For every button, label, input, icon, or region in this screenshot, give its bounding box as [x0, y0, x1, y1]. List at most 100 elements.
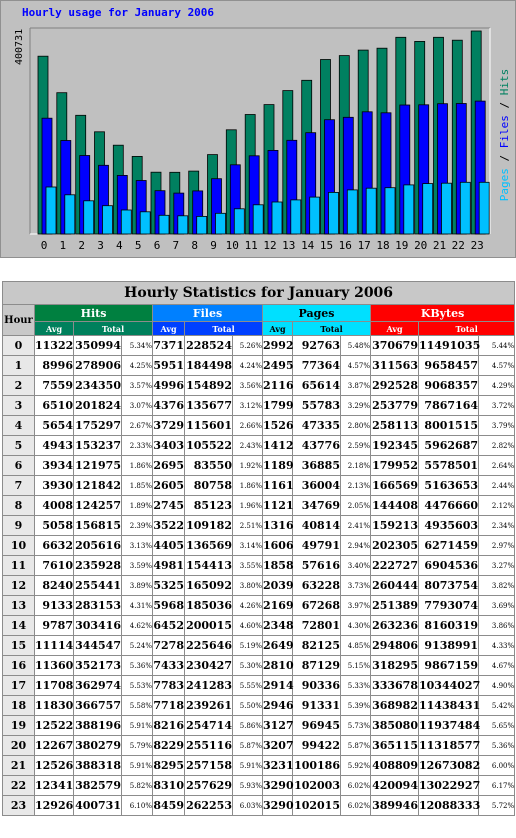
cell-hits-pct: 3.89% [121, 575, 153, 596]
cell-files-pct: 1.96% [232, 495, 263, 516]
cell-kb-total: 13022927 [418, 775, 480, 796]
table-row: 21 12526 388318 5.91% 8295 257158 5.91% 3231 100… [2, 755, 516, 776]
cell-kb-avg: 260444 [370, 575, 419, 596]
cell-pages-avg: 3207 [262, 735, 294, 756]
cell-kb-pct: 2.12% [477, 495, 516, 516]
cell-kb-pct: 2.97% [477, 535, 516, 556]
cell-hour: 21 [2, 755, 35, 776]
cell-kb-total: 8160319 [418, 615, 479, 636]
cell-kb-pct: 5.65% [477, 715, 516, 736]
cell-kb-pct: 3.72% [477, 395, 516, 416]
cell-hits-pct: 3.07% [121, 395, 153, 416]
cell-kb-total: 5578501 [418, 455, 479, 476]
cell-kb-pct: 5.44% [477, 335, 516, 356]
cell-kb-total: 9867159 [418, 655, 479, 676]
x-tick-label: 20 [414, 239, 427, 252]
cell-files-pct: 1.92% [232, 455, 263, 476]
hits-total-header: Total [73, 321, 153, 336]
cell-files-pct: 3.12% [232, 395, 263, 416]
x-tick-label: 13 [282, 239, 295, 252]
x-tick-label: 22 [452, 239, 465, 252]
pages-header: Pages [262, 304, 371, 322]
cell-files-pct: 3.80% [232, 575, 263, 596]
cell-hour: 19 [2, 715, 35, 736]
cell-files-total: 254714 [184, 715, 233, 736]
cell-files-total: 241283 [184, 675, 233, 696]
cell-files-total: 154892 [184, 375, 233, 396]
cell-hour: 14 [2, 615, 35, 636]
cell-files-avg: 7718 [152, 695, 185, 716]
cell-pages-pct: 3.40% [340, 555, 371, 576]
cell-hour: 11 [2, 555, 35, 576]
cell-hits-avg: 8996 [34, 355, 74, 376]
cell-hits-pct: 2.39% [121, 515, 153, 536]
cell-hits-pct: 2.67% [121, 415, 153, 436]
cell-files-total: 136569 [184, 535, 233, 556]
cell-pages-total: 96945 [292, 715, 341, 736]
cell-hits-pct: 6.10% [121, 795, 153, 816]
table-row: 8 4008 124257 1.89% 2745 85123 1.96% 1121 34769 2… [2, 495, 516, 516]
pages-bar [139, 211, 151, 235]
cell-kb-pct: 6.17% [477, 775, 516, 796]
cell-pages-pct: 3.87% [340, 375, 371, 396]
table-title: Hourly Statistics for January 2006 [1, 281, 516, 305]
pages-bar [120, 209, 132, 235]
kbytes-total-header: Total [417, 321, 516, 336]
cell-hits-pct: 3.59% [121, 555, 153, 576]
cell-hits-pct: 5.53% [121, 675, 153, 696]
cell-hour: 16 [2, 655, 35, 676]
cell-hits-total: 366757 [73, 695, 122, 716]
cell-hits-pct: 1.85% [121, 475, 153, 496]
pages-bar [384, 187, 396, 235]
cell-files-pct: 3.56% [232, 375, 263, 396]
cell-pages-pct: 2.59% [340, 435, 371, 456]
cell-files-total: 184498 [184, 355, 233, 376]
cell-files-total: 230427 [184, 655, 233, 676]
cell-pages-pct: 5.39% [340, 695, 371, 716]
cell-pages-pct: 5.48% [340, 335, 371, 356]
cell-hits-pct: 2.33% [121, 435, 153, 456]
cell-kb-avg: 318295 [370, 655, 419, 676]
pages-bar [290, 199, 302, 235]
cell-hour: 6 [2, 455, 35, 476]
cell-hits-total: 278906 [73, 355, 122, 376]
cell-hits-avg: 11830 [34, 695, 74, 716]
cell-kb-total: 9068357 [418, 375, 479, 396]
cell-kb-pct: 3.27% [477, 555, 516, 576]
cell-files-total: 85123 [184, 495, 233, 516]
cell-hits-pct: 3.13% [121, 535, 153, 556]
cell-hits-pct: 4.62% [121, 615, 153, 636]
pages-bar [215, 212, 226, 235]
cell-files-avg: 8216 [152, 715, 185, 736]
files-total-header: Total [184, 321, 263, 336]
cell-files-pct: 5.19% [232, 635, 263, 656]
cell-pages-avg: 2116 [262, 375, 294, 396]
cell-files-pct: 5.30% [232, 655, 263, 676]
table-row: 12 8240 255441 3.89% 5325 165092 3.80% 2039 6322… [2, 575, 516, 596]
cell-pages-avg: 2348 [262, 615, 294, 636]
cell-hour: 2 [2, 375, 35, 396]
cell-files-total: 239261 [184, 695, 233, 716]
cell-files-avg: 3403 [152, 435, 185, 456]
cell-hits-total: 303416 [73, 615, 122, 636]
cell-pages-pct: 5.73% [340, 715, 371, 736]
cell-files-total: 83550 [184, 455, 233, 476]
cell-hits-avg: 11708 [34, 675, 74, 696]
cell-hits-total: 362974 [73, 675, 122, 696]
cell-files-pct: 4.26% [232, 595, 263, 616]
x-tick-label: 1 [59, 239, 66, 252]
cell-files-total: 105522 [184, 435, 233, 456]
kbytes-avg-header: Avg [370, 321, 419, 336]
cell-pages-avg: 2649 [262, 635, 294, 656]
cell-hits-total: 388318 [73, 755, 122, 776]
cell-files-avg: 4996 [152, 375, 185, 396]
x-tick-label: 18 [376, 239, 389, 252]
cell-hour: 12 [2, 575, 35, 596]
cell-hour: 1 [2, 355, 35, 376]
cell-files-pct: 2.51% [232, 515, 263, 536]
cell-pages-pct: 5.87% [340, 735, 371, 756]
cell-kb-avg: 263236 [370, 615, 419, 636]
x-tick-label: 6 [154, 239, 161, 252]
cell-pages-avg: 2992 [262, 335, 294, 356]
pages-bar [233, 208, 245, 235]
